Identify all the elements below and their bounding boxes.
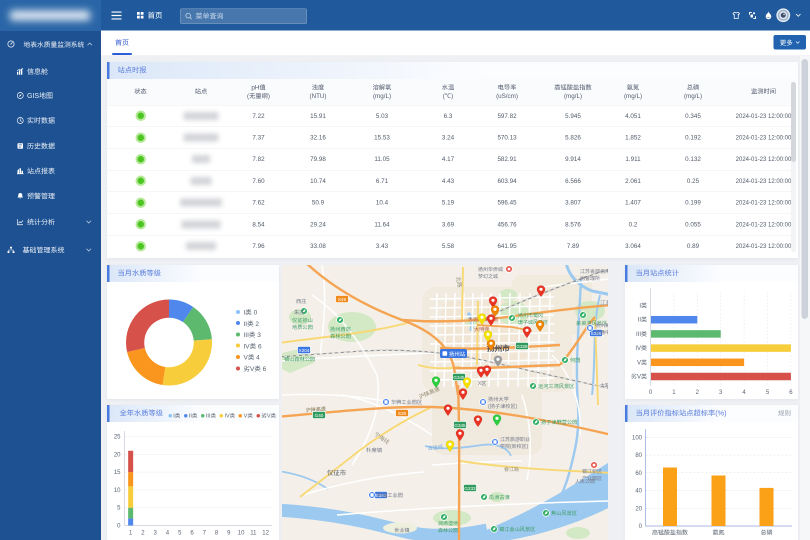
svg-text:扬州茱萸湾: 扬州茱萸湾 [595, 322, 608, 329]
svg-text:5: 5 [766, 390, 770, 396]
svg-text:朱庄: 朱庄 [294, 309, 304, 316]
svg-text:扬州华侨城: 扬州华侨城 [478, 266, 503, 273]
svg-text:扬子津野营公园: 扬子津野营公园 [541, 418, 577, 426]
svg-text:0: 0 [639, 524, 643, 530]
svg-text:江苏省邵伯闸: 江苏省邵伯闸 [580, 268, 608, 275]
svg-text:学院(新校区): 学院(新校区) [500, 443, 529, 450]
svg-text:扬州站: 扬州站 [449, 351, 466, 358]
svg-text:闸管理所: 闸管理所 [580, 275, 600, 282]
svg-text:总磷: 总磷 [760, 529, 772, 537]
svg-text:森林公园: 森林公园 [438, 527, 458, 534]
svg-text:1: 1 [129, 531, 133, 537]
svg-text:II类: II类 [638, 316, 647, 324]
svg-text:利涌工业园: 利涌工业园 [377, 492, 403, 499]
svg-text:1: 1 [672, 390, 676, 396]
svg-text:地质公园: 地质公园 [292, 324, 313, 331]
svg-text:(扬子津校区): (扬子津校区) [488, 403, 518, 410]
svg-text:G233: G233 [464, 486, 476, 491]
svg-text:0: 0 [117, 524, 121, 530]
svg-text:运河三湾风景区: 运河三湾风景区 [538, 383, 574, 390]
svg-text:8: 8 [215, 531, 219, 537]
svg-text:高锰酸盐指数: 高锰酸盐指数 [652, 529, 688, 537]
svg-text:10: 10 [238, 531, 245, 537]
svg-text:20: 20 [114, 452, 121, 458]
svg-text:4: 4 [742, 390, 746, 396]
svg-text:何园: 何园 [570, 357, 580, 364]
svg-text:瓜洲古渡: 瓜洲古渡 [489, 494, 510, 501]
svg-text:世业镇: 世业镇 [394, 527, 410, 534]
svg-text:2: 2 [696, 390, 700, 396]
svg-text:S49: S49 [338, 297, 347, 302]
svg-text:江都区: 江都区 [600, 300, 608, 307]
svg-text:V类: V类 [637, 358, 647, 366]
svg-text:G345: G345 [454, 423, 466, 428]
svg-text:20: 20 [635, 506, 642, 512]
svg-text:劣V类: 劣V类 [631, 373, 647, 381]
svg-text:100: 100 [632, 435, 643, 441]
svg-text:10: 10 [114, 488, 121, 494]
svg-text:80: 80 [635, 453, 642, 459]
svg-text:G40: G40 [315, 413, 324, 418]
svg-text:5: 5 [117, 506, 121, 512]
svg-text:6: 6 [789, 390, 793, 396]
svg-text:G328: G328 [516, 344, 528, 349]
svg-text:3: 3 [154, 531, 158, 537]
svg-text:森林公园: 森林公园 [330, 333, 351, 340]
svg-text:15: 15 [114, 470, 121, 476]
svg-text:12: 12 [262, 531, 269, 537]
svg-text:6: 6 [190, 531, 194, 537]
svg-text:I类: I类 [639, 302, 647, 310]
svg-text:3: 3 [719, 390, 723, 396]
svg-text:人民公园: 人民公园 [575, 478, 595, 485]
svg-text:4: 4 [166, 531, 170, 537]
svg-text:9: 9 [227, 531, 231, 537]
svg-text:梦幻之城: 梦幻之城 [478, 273, 498, 280]
svg-text:S28: S28 [398, 411, 407, 416]
svg-text:镇江金山风景区: 镇江金山风景区 [499, 526, 535, 533]
svg-text:扬州市蜀冈: 扬州市蜀冈 [518, 312, 543, 319]
svg-text:X区: X区 [478, 381, 486, 387]
svg-text:扬州大学: 扬州大学 [488, 396, 509, 403]
svg-text:朴席镇: 朴席镇 [366, 447, 383, 454]
svg-text:扬州西郊: 扬州西郊 [330, 326, 351, 333]
svg-text:IV类: IV类 [635, 344, 647, 352]
svg-text:西庄: 西庄 [296, 298, 306, 305]
svg-text:40: 40 [635, 489, 642, 495]
svg-text:0: 0 [649, 390, 653, 396]
svg-text:氨氮: 氨氮 [712, 529, 724, 537]
svg-text:7: 7 [203, 531, 207, 537]
svg-text:25: 25 [114, 435, 121, 441]
svg-text:III类: III类 [636, 330, 647, 338]
svg-text:大路: 大路 [600, 382, 608, 389]
svg-text:春江路: 春江路 [504, 466, 519, 473]
svg-text:润扬湿地: 润扬湿地 [438, 520, 458, 527]
svg-text:仪征捺山: 仪征捺山 [292, 317, 313, 324]
svg-text:60: 60 [635, 471, 642, 477]
svg-text:5: 5 [178, 531, 182, 537]
svg-text:镇江新区: 镇江新区 [582, 468, 602, 475]
svg-text:华腾工业园区: 华腾工业园区 [391, 399, 422, 406]
svg-text:江苏旅游职业: 江苏旅游职业 [500, 436, 530, 443]
svg-text:镇山森林公园: 镇山森林公园 [284, 356, 315, 363]
svg-text:2: 2 [141, 531, 145, 537]
svg-text:11: 11 [250, 531, 257, 537]
svg-text:交通中心: 交通中心 [595, 329, 608, 336]
svg-text:焦山风景区: 焦山风景区 [551, 510, 577, 517]
svg-text:X204: X204 [299, 348, 310, 353]
svg-text:仪征市: 仪征市 [327, 469, 347, 477]
